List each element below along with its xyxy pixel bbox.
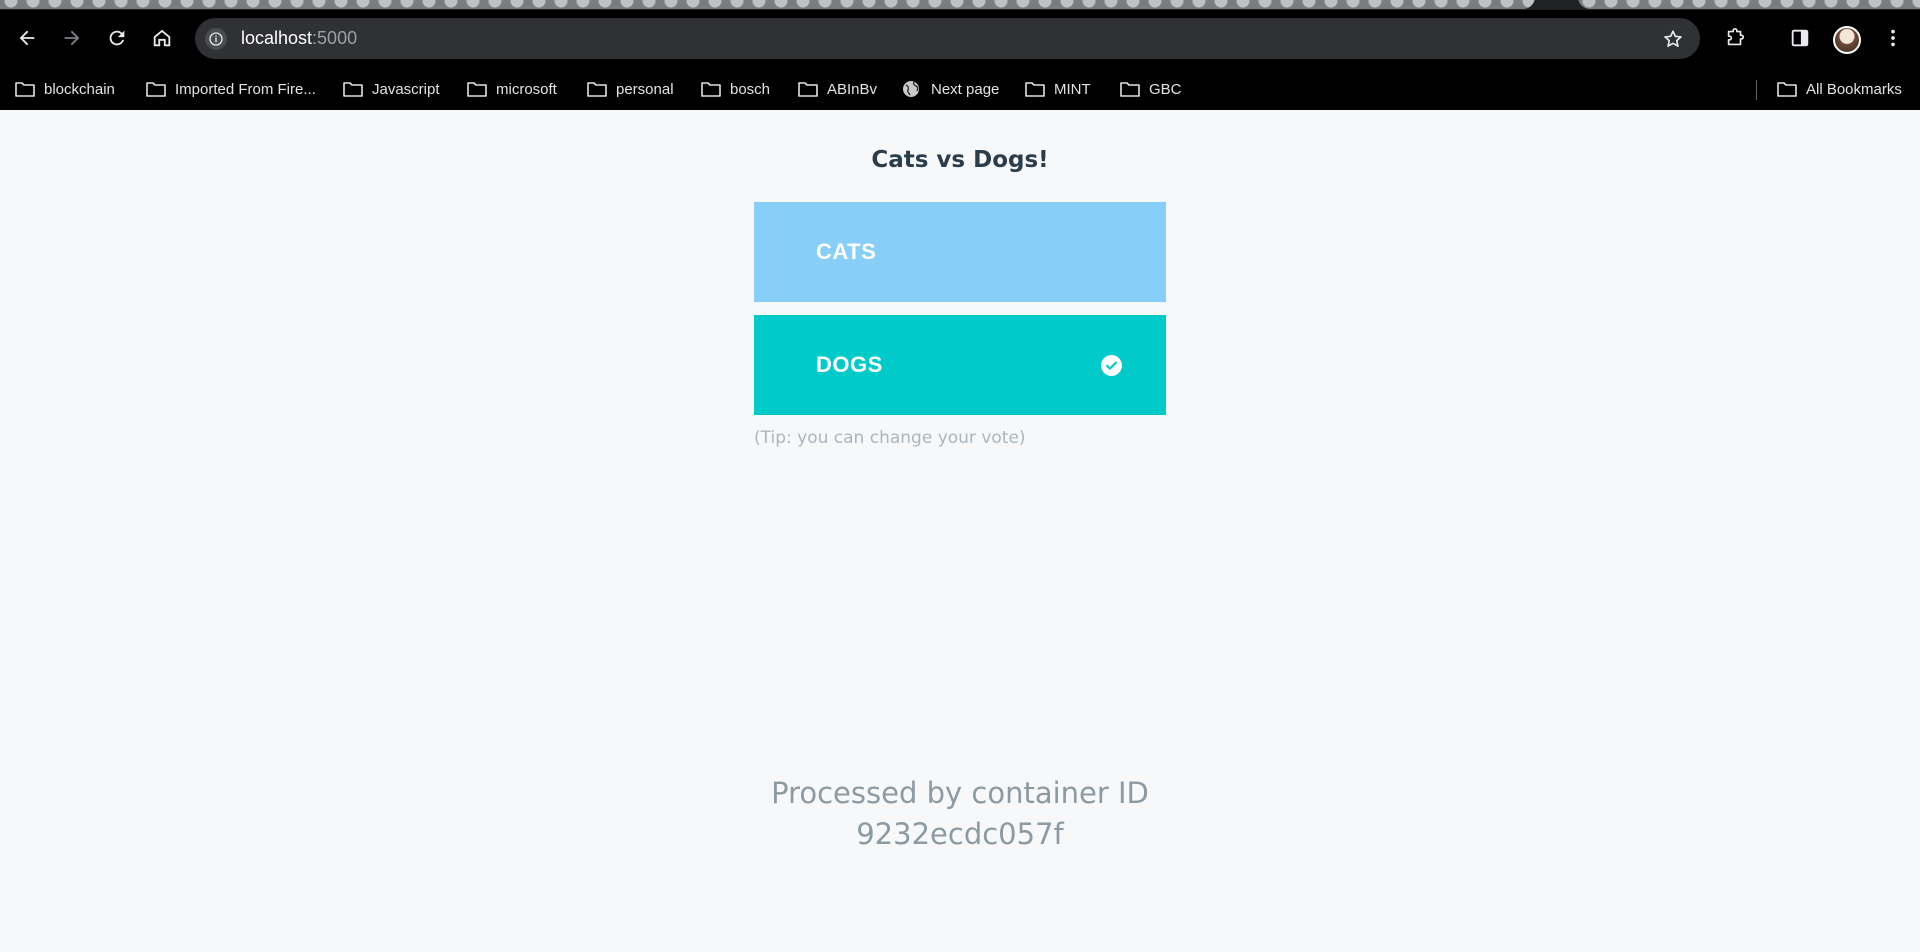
url-text[interactable]: localhost:5000	[241, 28, 357, 49]
folder-icon	[343, 82, 363, 97]
folder-icon	[587, 82, 607, 97]
back-button[interactable]	[14, 25, 40, 51]
folder-icon	[798, 82, 818, 97]
tab-strip-tabs[interactable]	[0, 0, 1535, 9]
bookmark-gbc[interactable]: GBC	[1119, 77, 1182, 101]
menu-button[interactable]	[1880, 25, 1906, 51]
folder-icon	[146, 82, 166, 97]
bookmark-mint[interactable]: MINT	[1024, 77, 1091, 101]
globe-icon	[903, 81, 919, 97]
site-info-icon[interactable]	[205, 28, 227, 50]
folder-icon	[15, 82, 35, 97]
container-id-value: 9232ecdc057f	[856, 817, 1064, 851]
forward-button[interactable]	[59, 25, 85, 51]
bookmark-label: Next page	[931, 80, 1000, 98]
footer-label: Processed by container ID	[771, 776, 1149, 810]
folder-icon	[1777, 82, 1797, 97]
bookmark-blockchain[interactable]: blockchain	[14, 77, 115, 101]
url-host: localhost	[241, 28, 313, 48]
vote-cats-label: CATS	[816, 239, 877, 264]
reload-icon	[109, 30, 125, 46]
container-id-footer: Processed by container ID 9232ecdc057f	[0, 773, 1920, 855]
vote-dogs-label: DOGS	[816, 352, 883, 377]
url-port: :5000	[312, 28, 358, 48]
bookmark-label: MINT	[1054, 80, 1091, 98]
address-bar[interactable]: localhost:5000	[195, 18, 1700, 59]
arrow-right-icon	[64, 30, 80, 46]
vote-dogs-button[interactable]: DOGS	[754, 315, 1166, 415]
folder-icon	[1120, 82, 1140, 97]
arrow-left-icon	[19, 30, 35, 46]
home-button[interactable]	[149, 25, 175, 51]
bookmark-label: GBC	[1149, 80, 1182, 98]
bookmark-personal[interactable]: personal	[586, 77, 674, 101]
tab-strip-tabs-right[interactable]	[1578, 0, 1920, 9]
bookmark-bosch[interactable]: bosch	[700, 77, 770, 101]
kebab-menu-icon	[1891, 29, 1895, 47]
bookmark-next-page[interactable]: Next page	[901, 77, 999, 101]
bookmark-star-icon[interactable]	[1662, 28, 1684, 54]
page-title: Cats vs Dogs!	[871, 147, 1049, 173]
side-panel-button[interactable]	[1787, 25, 1813, 51]
bookmark-label: Imported From Fire...	[175, 80, 316, 98]
vote-cats-button[interactable]: CATS	[754, 202, 1166, 302]
all-bookmarks-label: All Bookmarks	[1806, 80, 1902, 98]
side-panel-icon	[1791, 29, 1809, 47]
bookmark-label: personal	[616, 80, 674, 98]
all-bookmarks-button[interactable]: All Bookmarks	[1776, 77, 1902, 101]
extensions-button[interactable]	[1722, 25, 1748, 51]
folder-icon	[467, 82, 487, 97]
bookmark-javascript[interactable]: Javascript	[342, 77, 440, 101]
browser-toolbar: localhost:5000	[0, 10, 1920, 68]
bookmark-label: ABInBv	[827, 80, 878, 98]
bookmark-label: bosch	[730, 80, 771, 98]
bookmark-label: blockchain	[44, 80, 115, 98]
bookmarks-bar: blockchain Imported From Fire... Javascr…	[0, 68, 1920, 110]
check-circle-icon	[1101, 355, 1122, 376]
bookmark-label: microsoft	[496, 80, 557, 98]
bookmark-microsoft[interactable]: microsoft	[466, 77, 557, 101]
bookmarks-divider	[1756, 80, 1757, 100]
vote-tip: (Tip: you can change your vote)	[754, 428, 1026, 448]
folder-icon	[1025, 82, 1045, 97]
puzzle-icon	[1727, 28, 1745, 46]
page-content: Cats vs Dogs! CATS DOGS (Tip: you can ch…	[0, 110, 1920, 952]
folder-icon	[701, 82, 721, 97]
bookmark-abinbv[interactable]: ABInBv	[797, 77, 877, 101]
tab-strip	[0, 0, 1920, 10]
home-icon	[153, 29, 171, 47]
bookmark-label: Javascript	[372, 80, 440, 98]
profile-avatar[interactable]	[1833, 26, 1861, 54]
reload-button[interactable]	[104, 25, 130, 51]
bookmark-imported-from-firefox[interactable]: Imported From Fire...	[145, 77, 316, 101]
